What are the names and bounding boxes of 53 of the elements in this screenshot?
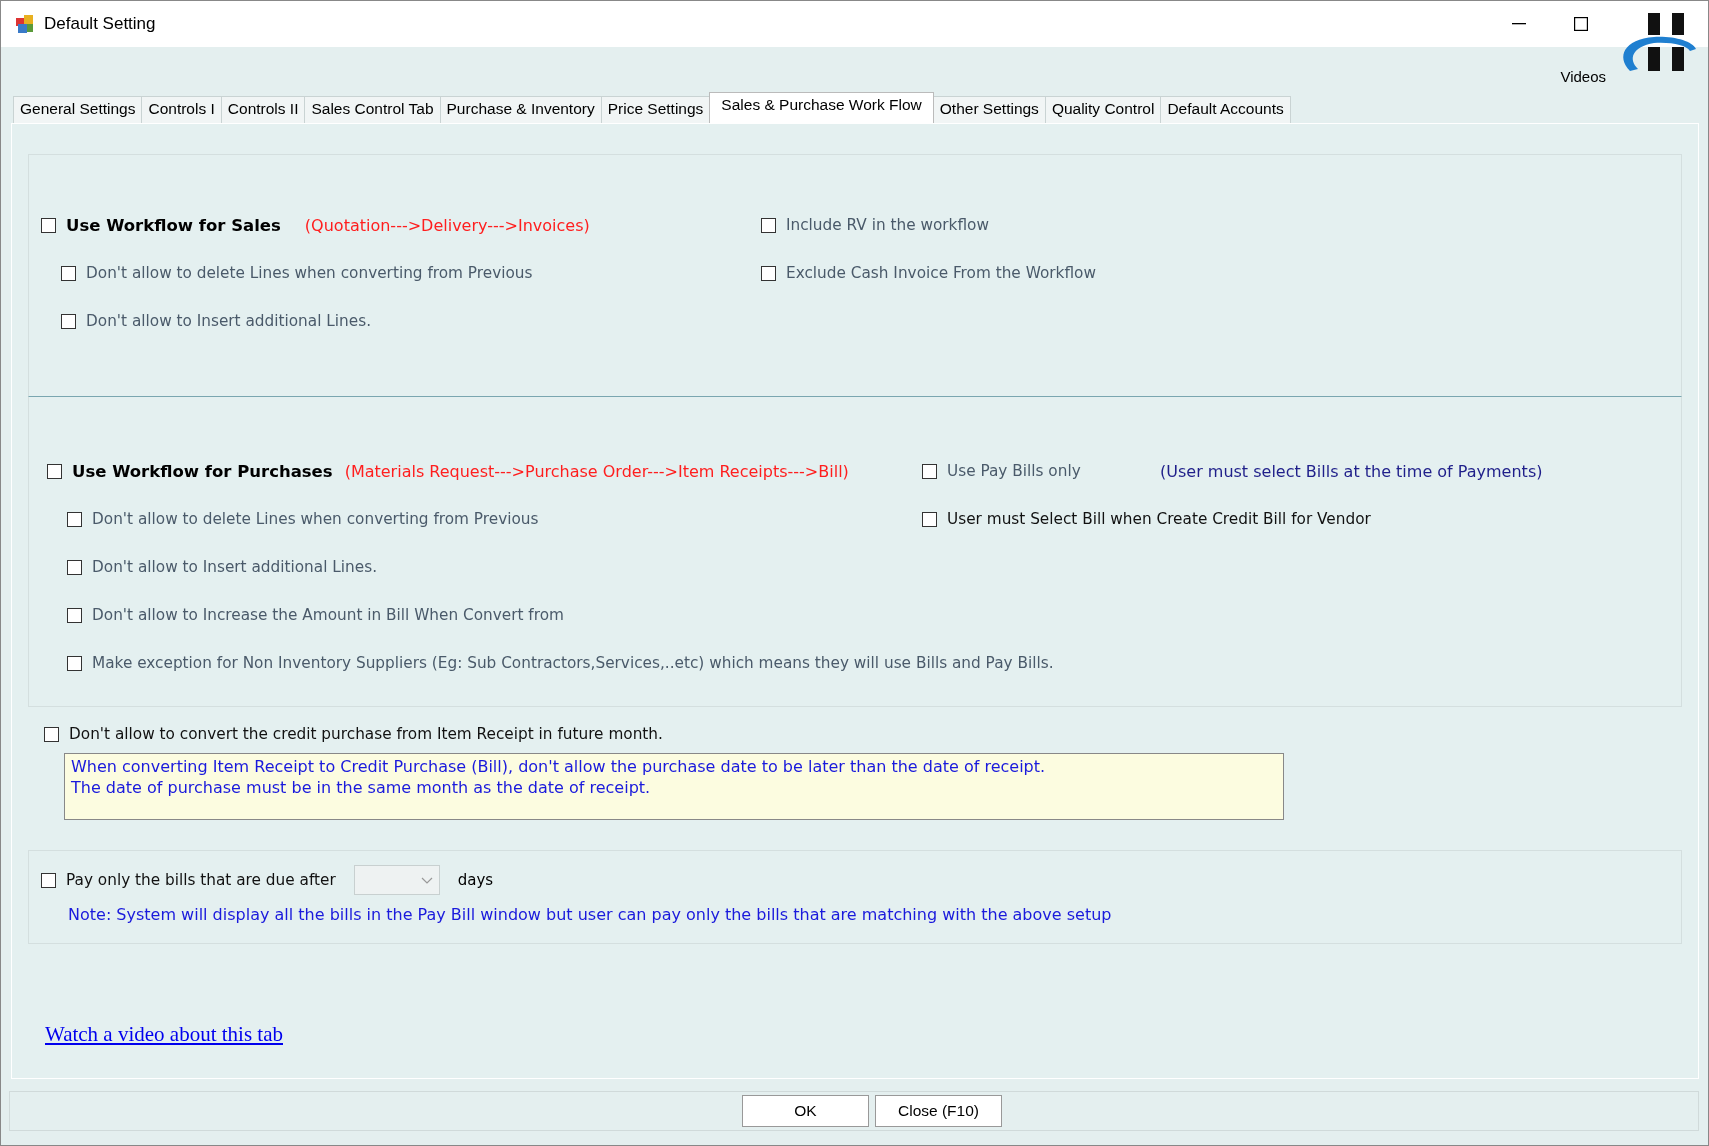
checkbox[interactable] <box>67 655 82 671</box>
tab[interactable]: Price Settings <box>600 96 711 123</box>
tab[interactable]: Purchase & Inventory <box>439 96 602 123</box>
checkbox-label: Don't allow to Insert additional Lines. <box>92 558 377 576</box>
workflow-text: (Quotation--->Delivery--->Invoices) <box>304 215 590 235</box>
tab[interactable]: Sales & Purchase Work Flow <box>709 92 934 123</box>
videos-label[interactable]: Videos <box>1560 68 1606 85</box>
hint-text: (User must select Bills at the time of Payments) <box>1160 460 1544 483</box>
checkbox[interactable] <box>47 463 62 479</box>
minimize-icon[interactable] <box>1512 23 1526 25</box>
tab[interactable]: Quality Control <box>1044 96 1162 123</box>
window-title: Default Setting <box>44 14 156 34</box>
checkbox[interactable] <box>41 872 56 888</box>
checkbox-label: Exclude Cash Invoice From the Workflow <box>786 264 1096 282</box>
checkbox-label: Include RV in the workflow <box>786 216 989 234</box>
checkbox-label: Don't allow to Increase the Amount in Bill When Convert from <box>92 606 564 624</box>
tab[interactable]: General Settings <box>13 96 143 123</box>
checkbox[interactable] <box>67 511 82 527</box>
checkbox[interactable] <box>67 607 82 623</box>
checkbox-label: Pay only the bills that are due after <box>66 871 336 889</box>
tab[interactable]: Sales Control Tab <box>304 96 441 123</box>
checkbox[interactable] <box>922 511 937 527</box>
checkbox-label: Don't allow to convert the credit purchase from Item Receipt in future month. <box>69 725 663 743</box>
checkbox-label: Use Workflow for Sales <box>66 215 281 235</box>
checkbox[interactable] <box>922 463 937 479</box>
checkbox[interactable] <box>41 217 56 233</box>
tab[interactable]: Default Accounts <box>1160 96 1291 123</box>
workflow-text: (Materials Request--->Purchase Order--->Item Receipts--->Bill) <box>344 461 849 481</box>
checkbox-label: Don't allow to delete Lines when converting from Previous <box>92 510 539 528</box>
info-note: When converting Item Receipt to Credit Purchase (Bill), don't allow the purchase date to be later than the date of receipt. The date of purchase must be in the same month as the date of receipt. <box>64 753 1284 820</box>
dialog-button[interactable]: OK <box>742 1095 869 1127</box>
maximize-icon[interactable] <box>1574 17 1588 31</box>
checkbox-label: Don't allow to Insert additional Lines. <box>86 312 371 330</box>
tab[interactable]: Controls I <box>141 96 222 123</box>
note-text: Note: System will display all the bills in the Pay Bill window but user can pay only the bills that are matching with the above setup <box>68 905 1113 924</box>
dialog-button[interactable]: Close (F10) <box>875 1095 1002 1127</box>
checkbox-label: User must Select Bill when Create Credit Bill for Vendor <box>947 510 1371 528</box>
checkbox-label: Use Workflow for Purchases <box>72 461 333 481</box>
chevron-down-icon <box>420 876 433 884</box>
app-icon <box>15 14 35 34</box>
checkbox[interactable] <box>44 726 59 742</box>
checkbox[interactable] <box>61 265 76 281</box>
checkbox-label: Don't allow to delete Lines when converting from Previous <box>86 264 533 282</box>
tab[interactable]: Controls II <box>220 96 306 123</box>
checkbox[interactable] <box>761 217 776 233</box>
days-label: days <box>457 871 494 889</box>
checkbox-label: Use Pay Bills only <box>947 462 1081 480</box>
checkbox[interactable] <box>761 265 776 281</box>
tab[interactable]: Other Settings <box>932 96 1046 123</box>
video-link[interactable]: Watch a video about this tab <box>45 1022 283 1047</box>
checkbox[interactable] <box>67 559 82 575</box>
checkbox[interactable] <box>61 313 76 329</box>
checkbox-label: Make exception for Non Inventory Suppliers (Eg: Sub Contractors,Services,..etc) which means they will use Bills and Pay Bills. <box>92 654 1054 672</box>
